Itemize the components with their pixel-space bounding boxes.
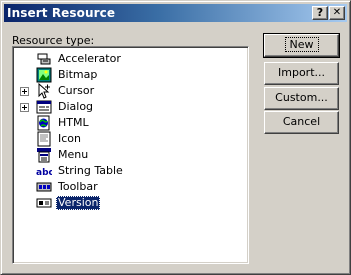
list-item-label: HTML <box>58 116 89 129</box>
list-item-icon[interactable]: Icon <box>13 131 243 147</box>
list-item-accelerator[interactable]: Accelerator <box>13 51 243 67</box>
list-item-toolbar[interactable]: Toolbar <box>13 179 243 195</box>
accelerator-icon <box>37 53 51 65</box>
cancel-button[interactable]: Cancel <box>264 111 339 134</box>
expand-toggle[interactable] <box>20 103 29 112</box>
list-item-label: Menu <box>58 148 89 161</box>
dialog-title: Insert Resource <box>7 6 116 20</box>
svg-text:abc: abc <box>36 168 52 178</box>
help-button[interactable]: ? <box>312 6 328 20</box>
resource-type-list[interactable]: Accelerator Bitmap Cursor Dialog HTML Ic… <box>12 46 249 264</box>
list-item-label: Dialog <box>58 100 94 113</box>
list-item-label: Cursor <box>58 84 95 97</box>
custom-button[interactable]: Custom... <box>264 87 339 110</box>
list-item-html[interactable]: HTML <box>13 115 243 131</box>
list-item-version[interactable]: Version <box>13 195 243 211</box>
list-item-menu[interactable]: Menu <box>13 147 243 163</box>
list-item-label: Icon <box>58 132 81 145</box>
list-item-label: Version <box>56 196 101 210</box>
new-button-label: New <box>284 37 319 52</box>
string-table-icon: abc <box>36 168 52 178</box>
list-item-label: Toolbar <box>58 180 98 193</box>
menu-icon <box>37 148 51 163</box>
insert-resource-dialog: Insert Resource ? ✕ Resource type: Accel… <box>0 0 351 275</box>
list-item-cursor[interactable]: Cursor <box>13 83 243 99</box>
bitmap-icon <box>36 67 52 83</box>
title-bar[interactable]: Insert Resource ? ✕ <box>4 4 347 22</box>
expand-toggle[interactable] <box>20 87 29 96</box>
toolbar-icon <box>36 182 52 192</box>
html-icon <box>37 115 50 131</box>
list-item-label: Bitmap <box>58 68 98 81</box>
new-button[interactable]: New <box>263 33 340 58</box>
cursor-icon <box>38 83 50 99</box>
list-item-label: Accelerator <box>58 52 121 65</box>
list-item-string-table[interactable]: abc String Table <box>13 163 243 179</box>
list-item-dialog[interactable]: Dialog <box>13 99 243 115</box>
icon-resource-icon <box>37 131 51 147</box>
dialog-icon <box>36 100 52 114</box>
list-item-label: String Table <box>58 164 123 177</box>
import-button[interactable]: Import... <box>264 62 339 85</box>
list-item-bitmap[interactable]: Bitmap <box>13 67 243 83</box>
version-icon <box>36 198 52 208</box>
close-button[interactable]: ✕ <box>329 6 345 20</box>
